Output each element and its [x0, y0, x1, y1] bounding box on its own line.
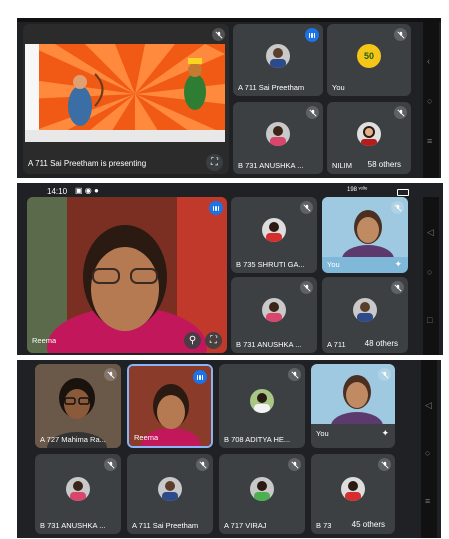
- others-count[interactable]: 45 others: [345, 518, 391, 531]
- nav-edge: ◁ ○ □: [423, 197, 439, 355]
- fullscreen-icon[interactable]: ⛶: [206, 154, 223, 171]
- effects-icon[interactable]: ✦: [394, 259, 402, 270]
- avatar-badge: 50: [357, 43, 381, 68]
- status-time: 14:10: [47, 187, 68, 196]
- speaker-video: [27, 197, 227, 353]
- participant-tile[interactable]: 50 You: [327, 24, 411, 96]
- battery-icon: [397, 189, 409, 196]
- avatar: [353, 298, 377, 323]
- speaking-indicator-icon: [305, 28, 319, 42]
- participant-name: B 731 ANUSHKA ...: [40, 521, 106, 530]
- participant-tile[interactable]: A 711 Sai Preetham: [127, 454, 213, 534]
- effects-icon[interactable]: ✦: [381, 428, 389, 439]
- participant-name: You: [332, 83, 345, 92]
- presenting-caption: A 711 Sai Preetham is presenting: [28, 159, 147, 168]
- participant-tile[interactable]: B 731 ANUSHKA ...: [233, 102, 323, 174]
- shared-slide: [25, 44, 225, 142]
- participant-tile[interactable]: B 73 45 others: [311, 454, 395, 534]
- participant-name: A 717 VIRAJ: [224, 521, 267, 530]
- self-view-tile[interactable]: You ✦: [311, 364, 395, 448]
- participant-name: B 73: [316, 521, 332, 530]
- participant-tile[interactable]: A 711 48 others: [322, 277, 408, 353]
- participant-tile[interactable]: B 708 ADITYA HE...: [219, 364, 305, 448]
- participant-name: Reema: [134, 433, 159, 442]
- mic-off-icon: [104, 368, 117, 381]
- participant-name: B 708 ADITYA HE...: [224, 435, 291, 444]
- mic-off-icon: [378, 368, 391, 381]
- participant-name: B 735 SHRUTI GA...: [236, 260, 305, 269]
- participant-name: You: [316, 429, 329, 438]
- mic-off-icon: [391, 281, 404, 294]
- status-icons: ▣ ◉ ●: [75, 186, 99, 195]
- main-speaker-name: Reema: [32, 336, 57, 345]
- participant-name: A 727 Mahima Ra...: [40, 435, 106, 444]
- participant-name: B 731 ANUSHKA ...: [238, 161, 304, 170]
- avatar: [266, 43, 290, 68]
- participant-tile[interactable]: A 717 VIRAJ: [219, 454, 305, 534]
- status-right: 198 ᵛᵒˡᵗᵉ: [347, 187, 368, 193]
- others-count[interactable]: 58 others: [361, 158, 407, 171]
- mic-off-icon: [391, 201, 404, 214]
- mic-off-icon: [300, 281, 313, 294]
- mic-off-icon: [306, 106, 319, 119]
- mic-off-icon: [288, 458, 301, 471]
- participant-tile[interactable]: A 727 Mahima Ra...: [35, 364, 121, 448]
- avatar: [357, 121, 381, 146]
- participant-tile[interactable]: B 735 SHRUTI GA...: [231, 197, 317, 273]
- nav-edge: ◁ ○ ≡: [421, 360, 437, 538]
- avatar: [262, 298, 286, 323]
- mic-off-icon: [104, 458, 117, 471]
- speaking-indicator-icon: [193, 370, 207, 384]
- meet-screenshot-1: A 711 Sai Preetham is presenting ⛶ A 711…: [17, 18, 441, 178]
- main-speaker-tile[interactable]: Reema ⚲ ⛶: [27, 197, 227, 353]
- presentation-tile[interactable]: A 711 Sai Preetham is presenting ⛶: [23, 24, 229, 174]
- avatar: [250, 477, 274, 502]
- meet-screenshot-2: 14:10 ▣ ◉ ● 198 ᵛᵒˡᵗᵉ Reema ⚲ ⛶ B 735 SH…: [17, 183, 443, 355]
- participant-tile[interactable]: B 731 ANUSHKA ...: [35, 454, 121, 534]
- avatar: [66, 477, 90, 502]
- participant-tile[interactable]: A 711 Sai Preetham: [233, 24, 323, 96]
- mic-off-icon: [394, 28, 407, 41]
- avatar: [341, 477, 365, 502]
- participant-tile[interactable]: NILIM 58 others: [327, 102, 411, 174]
- mic-off-icon: [212, 28, 225, 41]
- mic-off-icon: [196, 458, 209, 471]
- speaking-indicator-icon: [209, 201, 223, 215]
- avatar: [266, 121, 290, 146]
- mic-off-icon: [378, 458, 391, 471]
- participant-name: A 711 Sai Preetham: [238, 83, 305, 92]
- participant-name: A 711: [327, 340, 346, 349]
- mic-off-icon: [300, 201, 313, 214]
- mic-off-icon: [394, 106, 407, 119]
- self-view-tile[interactable]: You ✦: [322, 197, 408, 273]
- participant-name: NILIM: [332, 161, 353, 170]
- participant-tile[interactable]: B 731 ANUSHKA ...: [231, 277, 317, 353]
- meet-screenshot-3: A 727 Mahima Ra... Reema B 708 ADITYA HE…: [17, 360, 441, 538]
- active-speaker-tile[interactable]: Reema: [127, 364, 213, 448]
- mic-off-icon: [288, 368, 301, 381]
- pin-icon[interactable]: ⚲: [184, 332, 201, 349]
- nav-edge: ‹ ○ ≡: [423, 18, 439, 178]
- participant-name: A 711 Sai Preetham: [132, 521, 199, 530]
- fullscreen-icon[interactable]: ⛶: [205, 332, 222, 349]
- avatar: [158, 477, 182, 502]
- participant-name: You: [327, 260, 340, 269]
- avatar: [250, 388, 274, 413]
- screenshot-collage: { "panel1": { "presenting_caption": "A 7…: [0, 0, 449, 539]
- avatar: [262, 218, 286, 243]
- others-count[interactable]: 48 others: [358, 337, 404, 350]
- participant-name: B 731 ANUSHKA ...: [236, 340, 302, 349]
